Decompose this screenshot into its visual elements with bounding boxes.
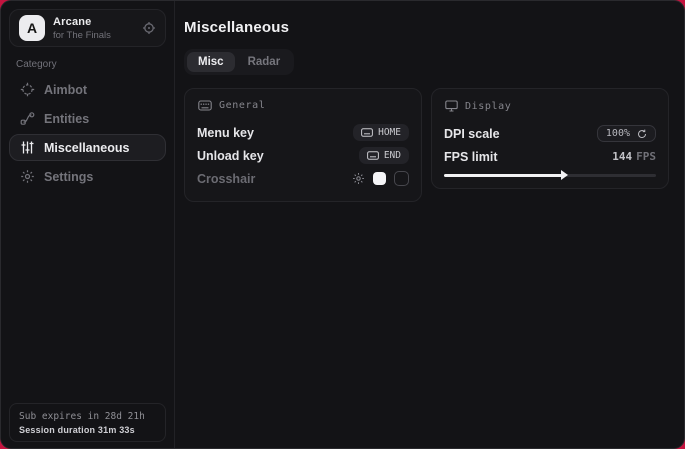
- unload-key-row: Unload key END: [197, 144, 409, 167]
- sidebar-item-label: Miscellaneous: [44, 141, 129, 155]
- page-title: Miscellaneous: [184, 19, 670, 36]
- fps-slider[interactable]: [444, 174, 656, 177]
- category-label: Category: [16, 59, 174, 70]
- app-name: Arcane: [53, 16, 111, 28]
- sidebar-item-settings[interactable]: Settings: [9, 163, 166, 190]
- fps-number: 144: [612, 150, 632, 163]
- crosshair-label: Crosshair: [197, 172, 255, 186]
- fps-limit-row: FPS limit 144 FPS: [444, 145, 656, 168]
- sidebar: A Arcane for The Finals Category: [1, 1, 175, 448]
- keyboard-section-icon: [198, 100, 212, 111]
- unload-key-button[interactable]: END: [359, 147, 409, 164]
- general-card-title: General: [219, 100, 265, 111]
- cards-row: General Menu key HOME Unload key: [184, 88, 670, 202]
- target-icon[interactable]: [142, 21, 156, 35]
- sidebar-item-miscellaneous[interactable]: Miscellaneous: [9, 134, 166, 161]
- app-logo: A: [19, 15, 45, 41]
- fps-slider-fill: [444, 174, 563, 177]
- sub-expiry-text: Sub expires in 28d 21h: [19, 411, 156, 422]
- app-header-card: A Arcane for The Finals: [9, 9, 166, 47]
- dpi-scale-value: 100%: [606, 128, 630, 139]
- tab-bar: Misc Radar: [184, 49, 294, 75]
- app-subtitle: for The Finals: [53, 30, 111, 41]
- main-panel: Miscellaneous Misc Radar General: [175, 1, 684, 448]
- general-card-header: General: [198, 100, 409, 111]
- fps-unit: FPS: [636, 150, 656, 163]
- fps-limit-label: FPS limit: [444, 150, 497, 164]
- unload-key-label: Unload key: [197, 149, 264, 163]
- gear-icon: [20, 169, 35, 184]
- tab-misc[interactable]: Misc: [187, 52, 235, 72]
- general-card: General Menu key HOME Unload key: [184, 88, 422, 202]
- crosshair-settings-gear-icon[interactable]: [352, 172, 365, 185]
- keyboard-icon: [361, 128, 373, 137]
- fps-slider-thumb[interactable]: [561, 170, 568, 180]
- crosshair-row: Crosshair: [197, 167, 409, 190]
- sidebar-item-label: Aimbot: [44, 83, 87, 97]
- crosshair-controls: [352, 171, 409, 186]
- tab-radar[interactable]: Radar: [237, 52, 292, 72]
- keyboard-icon: [367, 151, 379, 160]
- sidebar-item-entities[interactable]: Entities: [9, 105, 166, 132]
- menu-key-value: HOME: [378, 127, 401, 138]
- sidebar-item-aimbot[interactable]: Aimbot: [9, 76, 166, 103]
- display-card: Display DPI scale 100% FPS limit: [431, 88, 669, 189]
- crosshair-icon: [20, 82, 35, 97]
- entities-icon: [20, 111, 35, 126]
- display-card-header: Display: [445, 100, 656, 112]
- subscription-card: Sub expires in 28d 21h Session duration …: [9, 403, 166, 442]
- display-card-title: Display: [465, 101, 511, 112]
- dpi-scale-button[interactable]: 100%: [597, 125, 656, 142]
- app-header-text: Arcane for The Finals: [53, 16, 111, 41]
- unload-key-value: END: [384, 150, 401, 161]
- dpi-scale-label: DPI scale: [444, 127, 500, 141]
- app-window: A Arcane for The Finals Category: [0, 0, 685, 449]
- menu-key-label: Menu key: [197, 126, 254, 140]
- crosshair-checkbox[interactable]: [394, 171, 409, 186]
- dpi-scale-row: DPI scale 100%: [444, 122, 656, 145]
- monitor-icon: [445, 100, 458, 112]
- session-duration-text: Session duration 31m 33s: [19, 425, 156, 435]
- sidebar-item-label: Settings: [44, 170, 93, 184]
- sidebar-item-label: Entities: [44, 112, 89, 126]
- fps-limit-value: 144 FPS: [612, 150, 656, 163]
- sidebar-nav: Aimbot Entities: [1, 76, 174, 190]
- crosshair-color-swatch[interactable]: [373, 172, 386, 185]
- sliders-icon: [20, 140, 35, 155]
- menu-key-row: Menu key HOME: [197, 121, 409, 144]
- menu-key-button[interactable]: HOME: [353, 124, 409, 141]
- reset-icon: [637, 129, 647, 139]
